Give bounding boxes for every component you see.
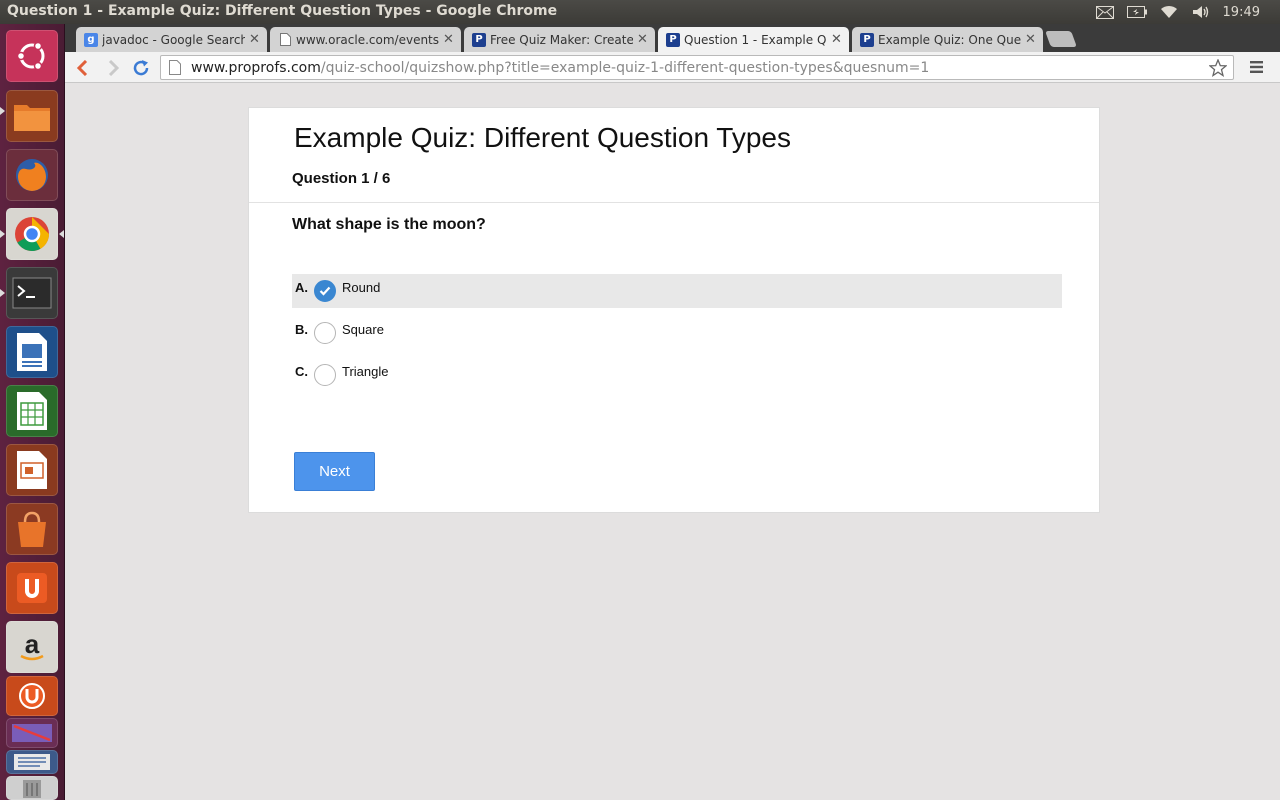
running-indicator [0,107,5,115]
close-icon[interactable]: ✕ [443,32,455,47]
running-indicator [0,289,5,297]
chrome-menu-icon[interactable] [1250,59,1266,75]
option-text: Round [342,280,381,295]
url-text: www.proprofs.com/quiz-school/quizshow.ph… [191,60,929,76]
editor-icon[interactable] [6,750,58,774]
bookmark-star-icon[interactable] [1208,58,1228,81]
close-icon[interactable]: ✕ [1025,32,1037,47]
question-text: What shape is the moon? [292,216,486,233]
clock[interactable]: 19:49 [1217,5,1280,20]
option-c[interactable]: C. Triangle [292,358,1062,392]
trash-icon[interactable] [6,776,58,800]
terminal-icon[interactable] [6,267,58,319]
tab-example-quiz-one[interactable]: P Example Quiz: One Quest ✕ [852,27,1043,52]
forward-button[interactable] [101,56,125,80]
close-icon[interactable]: ✕ [831,32,843,47]
battery-icon[interactable] [1121,0,1153,24]
running-indicator [0,230,5,238]
tab-javadoc[interactable]: g javadoc - Google Search ✕ [76,27,267,52]
address-bar[interactable]: www.proprofs.com/quiz-school/quizshow.ph… [160,55,1234,80]
google-icon: g [84,32,98,47]
proprofs-icon: P [666,32,680,47]
proprofs-icon: P [860,32,874,47]
close-icon[interactable]: ✕ [637,32,649,47]
wifi-icon[interactable] [1153,0,1185,24]
tab-label: Free Quiz Maker: Create A [490,32,633,47]
divider [249,202,1099,203]
focused-indicator [59,230,64,238]
option-text: Triangle [342,364,389,379]
page-icon [169,59,183,76]
indicator-area: 19:49 [1089,0,1280,24]
writer-icon[interactable] [6,326,58,378]
radio-checked-icon[interactable] [314,280,336,302]
calc-icon[interactable] [6,385,58,437]
option-letter: B. [295,322,308,337]
firefox-icon[interactable] [6,149,58,201]
radio-icon[interactable] [314,364,336,386]
question-counter: Question 1 / 6 [292,170,391,187]
software-center-icon[interactable] [6,503,58,555]
texmaker-icon[interactable] [6,718,58,748]
option-a[interactable]: A. Round [292,274,1062,308]
tab-label: www.oracle.com/events/ [296,32,439,47]
url-host: www.proprofs.com [191,59,321,76]
files-icon[interactable] [6,90,58,142]
ubuntu-one-icon[interactable] [6,562,58,614]
page-icon [278,33,292,47]
launcher: a [0,24,65,800]
new-tab-button[interactable] [1045,31,1077,47]
ubuntu-dash-icon[interactable] [6,30,58,82]
ubuntu-one-music-icon[interactable] [6,676,58,716]
option-b[interactable]: B. Square [292,316,1062,350]
amazon-icon[interactable]: a [6,621,58,673]
top-panel: Question 1 - Example Quiz: Different Que… [0,0,1280,24]
option-letter: A. [295,280,308,295]
close-icon[interactable]: ✕ [249,32,261,47]
reload-button[interactable] [129,56,153,80]
tab-free-quiz-maker[interactable]: P Free Quiz Maker: Create A ✕ [464,27,655,52]
volume-icon[interactable] [1185,0,1217,24]
option-letter: C. [295,364,308,379]
radio-icon[interactable] [314,322,336,344]
tab-label: javadoc - Google Search [102,32,245,47]
quiz-title: Example Quiz: Different Question Types [294,122,791,153]
tab-label: Example Quiz: One Quest [878,32,1021,47]
next-button[interactable]: Next [294,452,375,491]
browser-toolbar: www.proprofs.com/quiz-school/quizshow.ph… [65,52,1280,83]
chrome-icon[interactable] [6,208,58,260]
tab-question-1[interactable]: P Question 1 - Example Quiz ✕ [658,27,849,52]
tab-label: Question 1 - Example Quiz [684,32,827,47]
window-title: Question 1 - Example Quiz: Different Que… [7,3,558,19]
impress-icon[interactable] [6,444,58,496]
svg-text:a: a [25,629,40,659]
page-viewport: Example Quiz: Different Question Types Q… [65,83,1280,800]
option-text: Square [342,322,384,337]
tab-oracle[interactable]: www.oracle.com/events/ ✕ [270,27,461,52]
proprofs-icon: P [472,32,486,47]
mail-icon[interactable] [1089,0,1121,24]
url-path: /quiz-school/quizshow.php?title=example-… [320,59,930,76]
quiz-card: Example Quiz: Different Question Types Q… [248,107,1100,513]
tab-strip: g javadoc - Google Search ✕ www.oracle.c… [65,24,1280,52]
back-button[interactable] [71,56,95,80]
